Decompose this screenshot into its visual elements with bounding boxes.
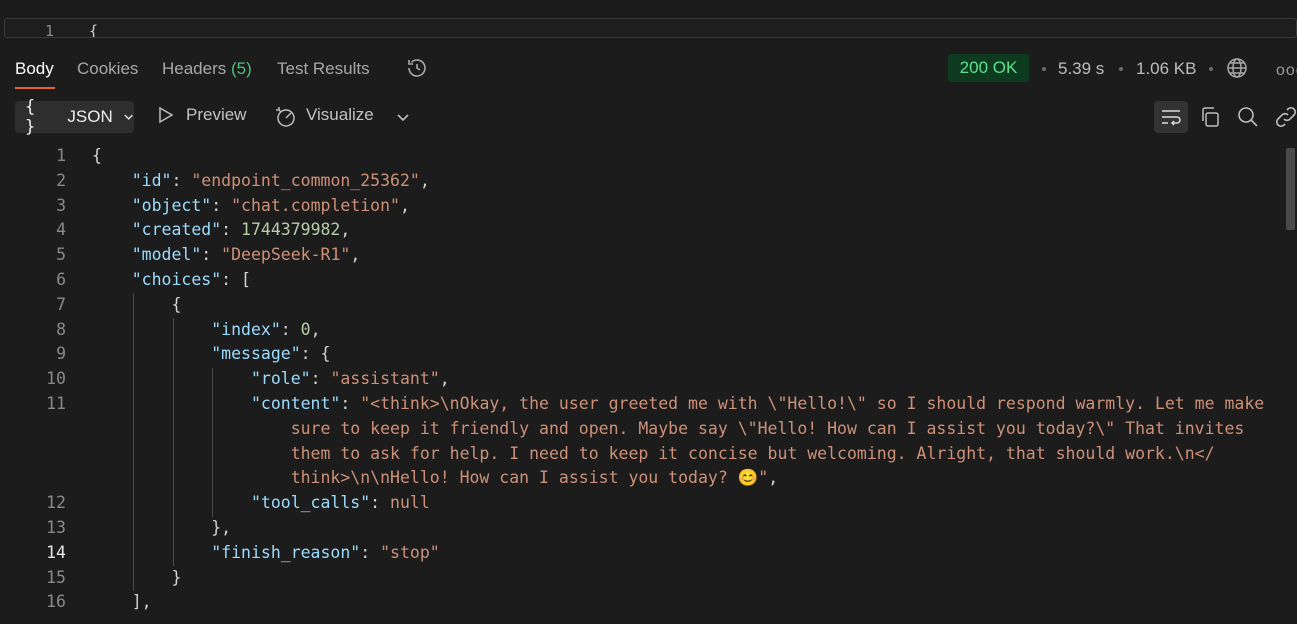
more-options-icon[interactable]: ooo [1276,62,1297,80]
line-number: 16 [46,592,66,612]
separator-dot [1119,67,1123,71]
search-icon[interactable] [1236,105,1260,129]
response-time[interactable]: 5.39 s [1058,59,1104,79]
code-line: "role": "assistant", [250,369,450,389]
chevron-down-icon[interactable] [396,110,410,124]
format-dropdown[interactable]: { } JSON [15,97,134,137]
code-line: { [92,146,102,165]
format-label: JSON [67,107,113,126]
chevron-down-icon [124,114,133,120]
json-code: { "id": "endpoint_common_25362", "object… [92,144,1282,615]
line-number: 12 [46,493,66,513]
line-number: 1 [56,146,66,165]
line-number: 15 [46,567,66,587]
code-line: ], [92,592,152,612]
separator-dot [1042,67,1046,71]
code-line: "finish_reason": "stop" [211,542,440,562]
line-number: 2 [56,170,66,190]
code-line: "choices": [ [131,269,251,289]
play-icon [159,106,174,124]
wrap-icon [1162,110,1181,126]
line-number: 1 [45,22,55,38]
headers-count: (5) [231,59,252,78]
code-line: think>\n\nHello! How can I assist you to… [290,468,779,488]
visualize-label: Visualize [306,105,374,124]
tab-test-results[interactable]: Test Results [277,59,370,79]
status-badge[interactable]: 200 OK [948,54,1029,82]
preview-label: Preview [186,105,247,124]
line-number: 3 [56,195,66,215]
braces-icon: { } [25,97,38,137]
link-icon[interactable] [1274,105,1297,129]
code-line: }, [92,517,232,537]
code-line: "index": 0, [211,319,321,339]
line-number: 8 [56,319,66,339]
request-body-editor[interactable]: 1 { [4,18,1297,38]
line-number: 6 [56,269,66,289]
active-tab-indicator [15,87,55,89]
line-number: 5 [56,245,66,265]
tab-headers-label: Headers [162,59,227,78]
line-number: 14 [46,542,66,562]
tab-headers[interactable]: Headers (5) [162,59,252,79]
code-line: "message": { [211,344,331,364]
visualize-button[interactable]: Visualize [275,105,374,127]
line-number: 7 [56,294,66,314]
tab-cookies[interactable]: Cookies [77,59,138,79]
preview-button[interactable]: Preview [158,105,246,125]
code-line: "content": "<think>\nOkay, the user gree… [250,393,1265,413]
globe-icon[interactable] [1225,56,1249,80]
code-line: } [92,567,182,587]
separator-dot [1209,67,1213,71]
code-line: them to ask for help. I need to keep it … [290,443,1215,463]
response-tabs: Body Cookies Headers (5) Test Results 20… [0,50,1297,90]
code-line: { [92,294,182,314]
code-line: "created": 1744379982, [131,220,351,240]
line-number: 9 [56,344,66,364]
code-line: "object": "chat.completion", [131,195,410,215]
response-body-viewer[interactable]: 1 2 3 4 5 6 7 8 9 10 11 12 13 14 15 16 {… [0,144,1284,624]
code-line: "id": "endpoint_common_25362", [131,170,430,190]
copy-icon[interactable] [1198,105,1222,129]
vertical-scrollbar[interactable] [1284,144,1297,624]
code-text: { [89,22,99,38]
line-number: 10 [46,369,66,389]
code-line: "tool_calls": null [250,493,430,513]
wrap-lines-button[interactable] [1154,101,1188,133]
history-icon[interactable] [405,56,429,80]
scroll-thumb[interactable] [1286,148,1295,230]
code-line: sure to keep it friendly and open. Maybe… [290,418,1245,438]
visualize-icon [276,107,295,127]
response-size[interactable]: 1.06 KB [1136,59,1197,79]
line-number: 4 [56,220,66,240]
line-number: 13 [46,517,66,537]
code-line: "model": "DeepSeek-R1", [131,245,361,265]
tab-body[interactable]: Body [15,59,54,79]
line-number-gutter: 1 2 3 4 5 6 7 8 9 10 11 12 13 14 15 16 [0,144,66,615]
line-number: 11 [46,393,66,413]
